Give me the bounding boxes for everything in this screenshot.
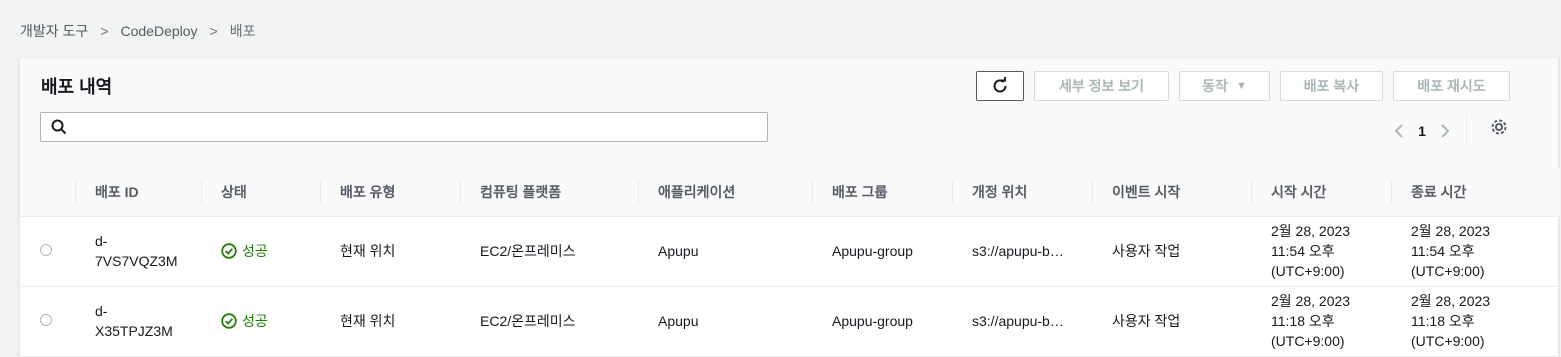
- table-row: d- X35TPJZ3M 성공 현재 위치 EC2/온프레미스 Apupu Apu…: [20, 286, 1560, 357]
- chevron-left-icon[interactable]: [1388, 120, 1410, 142]
- event-start: 사용자 작업: [1092, 216, 1251, 287]
- row-radio[interactable]: [40, 314, 52, 326]
- refresh-button[interactable]: [976, 71, 1024, 101]
- breadcrumb: 개발자 도구 > CodeDeploy > 배포: [20, 21, 256, 41]
- status-badge: 성공: [221, 241, 268, 261]
- success-check-icon: [221, 312, 237, 329]
- search-input[interactable]: [75, 116, 759, 140]
- row-select[interactable]: [20, 216, 75, 287]
- pager-divider: [1466, 116, 1467, 146]
- row-radio[interactable]: [40, 244, 52, 256]
- table-row: d- 7VS7VQZ3M 성공 현재 위치 EC2/온프레미스 Apupu Apu…: [20, 216, 1560, 287]
- application-link[interactable]: Apupu: [638, 216, 812, 287]
- panel-header: 배포 내역 세부 정보 보기 동작 ▼ 배포 복사 배포 재시도 1: [20, 58, 1558, 169]
- revision-location-link[interactable]: s3://apupu-b…: [952, 216, 1092, 287]
- caret-down-icon: ▼: [1235, 80, 1247, 92]
- column-header[interactable]: 개정 위치: [952, 168, 1092, 217]
- column-header[interactable]: 애플리케이션: [638, 168, 812, 217]
- gear-icon[interactable]: [1490, 118, 1508, 139]
- pagination: 1: [1388, 116, 1467, 146]
- breadcrumb-link-codedeploy[interactable]: CodeDeploy: [120, 23, 197, 39]
- row-select[interactable]: [20, 286, 75, 357]
- column-header[interactable]: 상태: [201, 168, 320, 217]
- status-cell: 성공: [201, 286, 320, 357]
- deployment-type: 현재 위치: [320, 216, 460, 287]
- compute-platform: EC2/온프레미스: [460, 216, 638, 287]
- deployments-table: 배포 ID 상태 배포 유형 컴퓨팅 플랫폼 애플리케이션 배포 그룹 개정 위…: [20, 168, 1560, 357]
- deployment-id-link[interactable]: d- 7VS7VQZ3M: [75, 216, 201, 287]
- table-header-row: 배포 ID 상태 배포 유형 컴퓨팅 플랫폼 애플리케이션 배포 그룹 개정 위…: [20, 168, 1560, 217]
- column-header[interactable]: 시작 시간: [1251, 168, 1391, 217]
- breadcrumb-link-developer-tools[interactable]: 개발자 도구: [20, 21, 88, 41]
- column-header[interactable]: 이벤트 시작: [1092, 168, 1251, 217]
- status-cell: 성공: [201, 216, 320, 287]
- panel-title: 배포 내역: [41, 77, 113, 97]
- deployment-id-link[interactable]: d- X35TPJZ3M: [75, 286, 201, 357]
- page-number[interactable]: 1: [1410, 123, 1434, 139]
- actions-label: 동작: [1202, 78, 1228, 94]
- actions-dropdown[interactable]: 동작 ▼: [1179, 71, 1270, 101]
- breadcrumb-current: 배포: [229, 23, 256, 39]
- breadcrumb-separator: >: [100, 23, 109, 39]
- status-badge: 성공: [221, 311, 268, 331]
- revision-location-link[interactable]: s3://apupu-b…: [952, 286, 1092, 357]
- compute-platform: EC2/온프레미스: [460, 286, 638, 357]
- application-link[interactable]: Apupu: [638, 286, 812, 357]
- retry-deployment-button[interactable]: 배포 재시도: [1393, 71, 1510, 101]
- deployment-type: 현재 위치: [320, 286, 460, 357]
- start-time: 2월 28, 2023 11:18 오후 (UTC+9:00): [1251, 286, 1391, 357]
- breadcrumb-separator: >: [209, 23, 218, 39]
- deployment-group-link[interactable]: Apupu-group: [812, 216, 952, 287]
- search-box: [40, 112, 768, 142]
- success-check-icon: [221, 242, 237, 259]
- column-header[interactable]: 배포 ID: [75, 168, 201, 217]
- view-details-button[interactable]: 세부 정보 보기: [1034, 71, 1169, 101]
- search-icon: [51, 119, 67, 138]
- column-header[interactable]: 배포 유형: [320, 168, 460, 217]
- column-header[interactable]: 종료 시간: [1391, 168, 1560, 217]
- refresh-icon: [993, 77, 1007, 93]
- event-start: 사용자 작업: [1092, 286, 1251, 357]
- start-time: 2월 28, 2023 11:54 오후 (UTC+9:00): [1251, 216, 1391, 287]
- chevron-right-icon[interactable]: [1434, 120, 1456, 142]
- column-header[interactable]: 컴퓨팅 플랫폼: [460, 168, 638, 217]
- end-time: 2월 28, 2023 11:18 오후 (UTC+9:00): [1391, 286, 1560, 357]
- deployment-group-link[interactable]: Apupu-group: [812, 286, 952, 357]
- copy-deployment-button[interactable]: 배포 복사: [1280, 71, 1383, 101]
- deployment-history-panel: 배포 내역 세부 정보 보기 동작 ▼ 배포 복사 배포 재시도 1 배포 ID…: [19, 57, 1560, 357]
- end-time: 2월 28, 2023 11:54 오후 (UTC+9:00): [1391, 216, 1560, 287]
- select-column-header: [20, 168, 75, 217]
- column-header[interactable]: 배포 그룹: [812, 168, 952, 217]
